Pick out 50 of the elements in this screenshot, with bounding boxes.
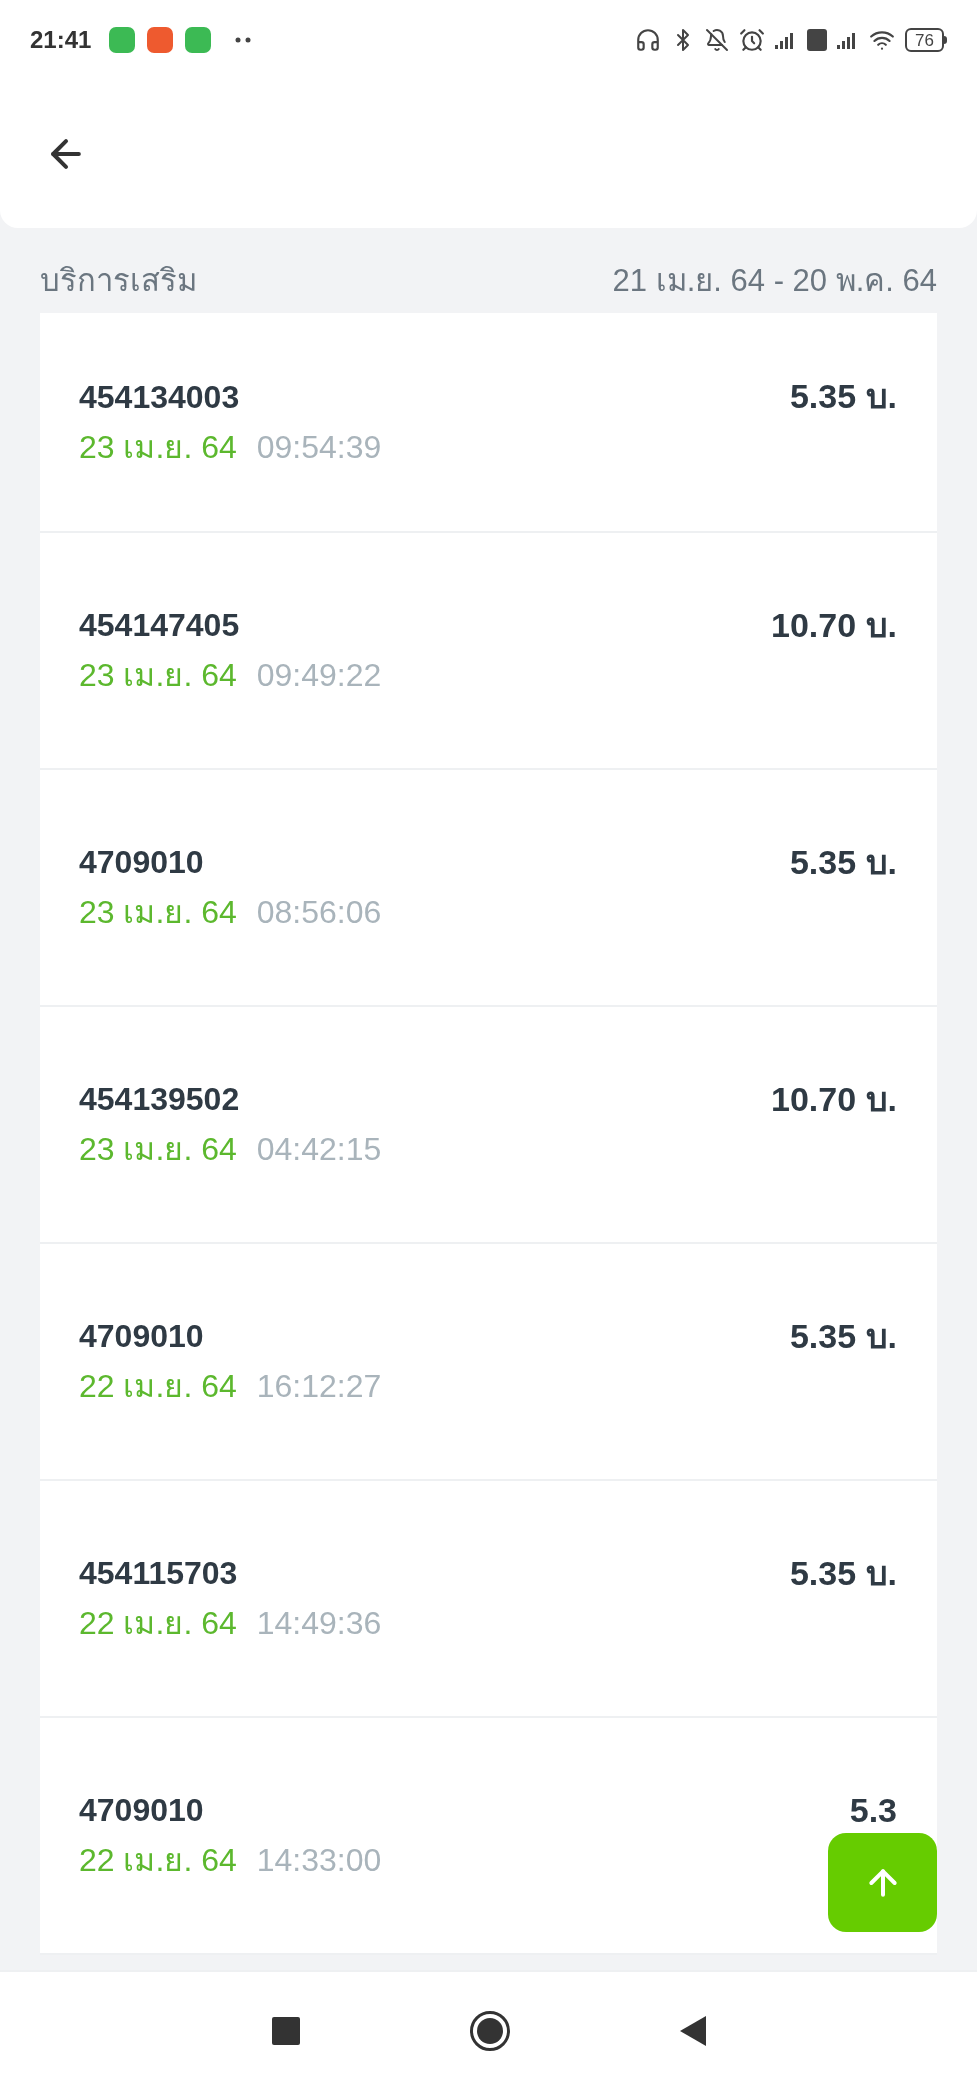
chat-app-icon [109, 27, 136, 53]
transaction-amount: 5.3 [849, 1789, 897, 1831]
transaction-amount: 5.35 บ. [789, 376, 897, 417]
back-nav-button[interactable] [679, 2016, 706, 2046]
headphones-icon [635, 27, 662, 53]
transaction-number: 454115703 [79, 1557, 239, 1589]
alarm-icon [739, 27, 766, 53]
recents-button[interactable] [271, 2017, 300, 2045]
transaction-row[interactable]: 454139502 23 เม.ย. 64 04:42:15 10.70 บ. [40, 1006, 937, 1244]
transaction-row[interactable]: 454147405 23 เม.ย. 64 09:49:22 10.70 บ. [40, 532, 937, 770]
battery-icon: 76 [905, 28, 947, 52]
section-title: บริการเสริม [40, 262, 197, 300]
transaction-row[interactable]: 454134003 23 เม.ย. 64 09:54:39 5.35 บ. [40, 312, 937, 533]
transaction-row[interactable]: 4709010 23 เม.ย. 64 08:56:06 5.35 บ. [40, 769, 937, 1007]
volte-icon [807, 29, 828, 51]
more-icon [235, 37, 252, 43]
transaction-date: 22 เม.ย. 64 [79, 1370, 237, 1402]
transaction-row[interactable]: 4709010 22 เม.ย. 64 16:12:27 5.35 บ. [40, 1243, 937, 1481]
transaction-time: 14:49:36 [256, 1607, 382, 1639]
transaction-date: 22 เม.ย. 64 [79, 1844, 237, 1876]
transaction-number: 4709010 [79, 846, 205, 878]
transaction-number: 4709010 [79, 1794, 205, 1826]
shopping-app-icon [147, 27, 174, 53]
transaction-date: 23 เม.ย. 64 [79, 430, 237, 463]
home-button[interactable] [469, 2011, 510, 2051]
transaction-date: 23 เม.ย. 64 [79, 896, 237, 928]
date-range: 21 เม.ย. 64 - 20 พ.ค. 64 [612, 262, 937, 300]
transaction-amount: 10.70 บ. [771, 604, 897, 646]
transaction-date: 22 เม.ย. 64 [79, 1607, 237, 1639]
transaction-amount: 10.70 บ. [771, 1078, 897, 1120]
transaction-time: 09:54:39 [256, 430, 382, 463]
transaction-number: 454134003 [79, 380, 241, 413]
transaction-row[interactable]: 4709010 22 เม.ย. 64 14:33:00 5.3 [40, 1717, 937, 1955]
bell-off-icon [705, 28, 730, 52]
transaction-time: 08:56:06 [256, 896, 382, 928]
transaction-number: 454139502 [79, 1083, 241, 1115]
transaction-time: 09:49:22 [256, 659, 382, 691]
transaction-time: 14:33:00 [256, 1844, 382, 1876]
transaction-row[interactable]: 454115703 22 เม.ย. 64 14:49:36 5.35 บ. [40, 1480, 937, 1718]
transaction-date: 23 เม.ย. 64 [79, 659, 237, 691]
transaction-number: 4709010 [79, 1320, 205, 1352]
status-time: 21:41 [30, 25, 92, 55]
transaction-time: 16:12:27 [256, 1370, 382, 1402]
transaction-amount: 5.35 บ. [789, 1552, 897, 1594]
transaction-amount: 5.35 บ. [789, 841, 897, 883]
transaction-date: 23 เม.ย. 64 [79, 1133, 237, 1165]
transaction-time: 04:42:15 [256, 1133, 382, 1165]
transaction-amount: 5.35 บ. [789, 1315, 897, 1357]
transaction-number: 454147405 [79, 609, 241, 641]
chat-app-icon [185, 27, 212, 53]
